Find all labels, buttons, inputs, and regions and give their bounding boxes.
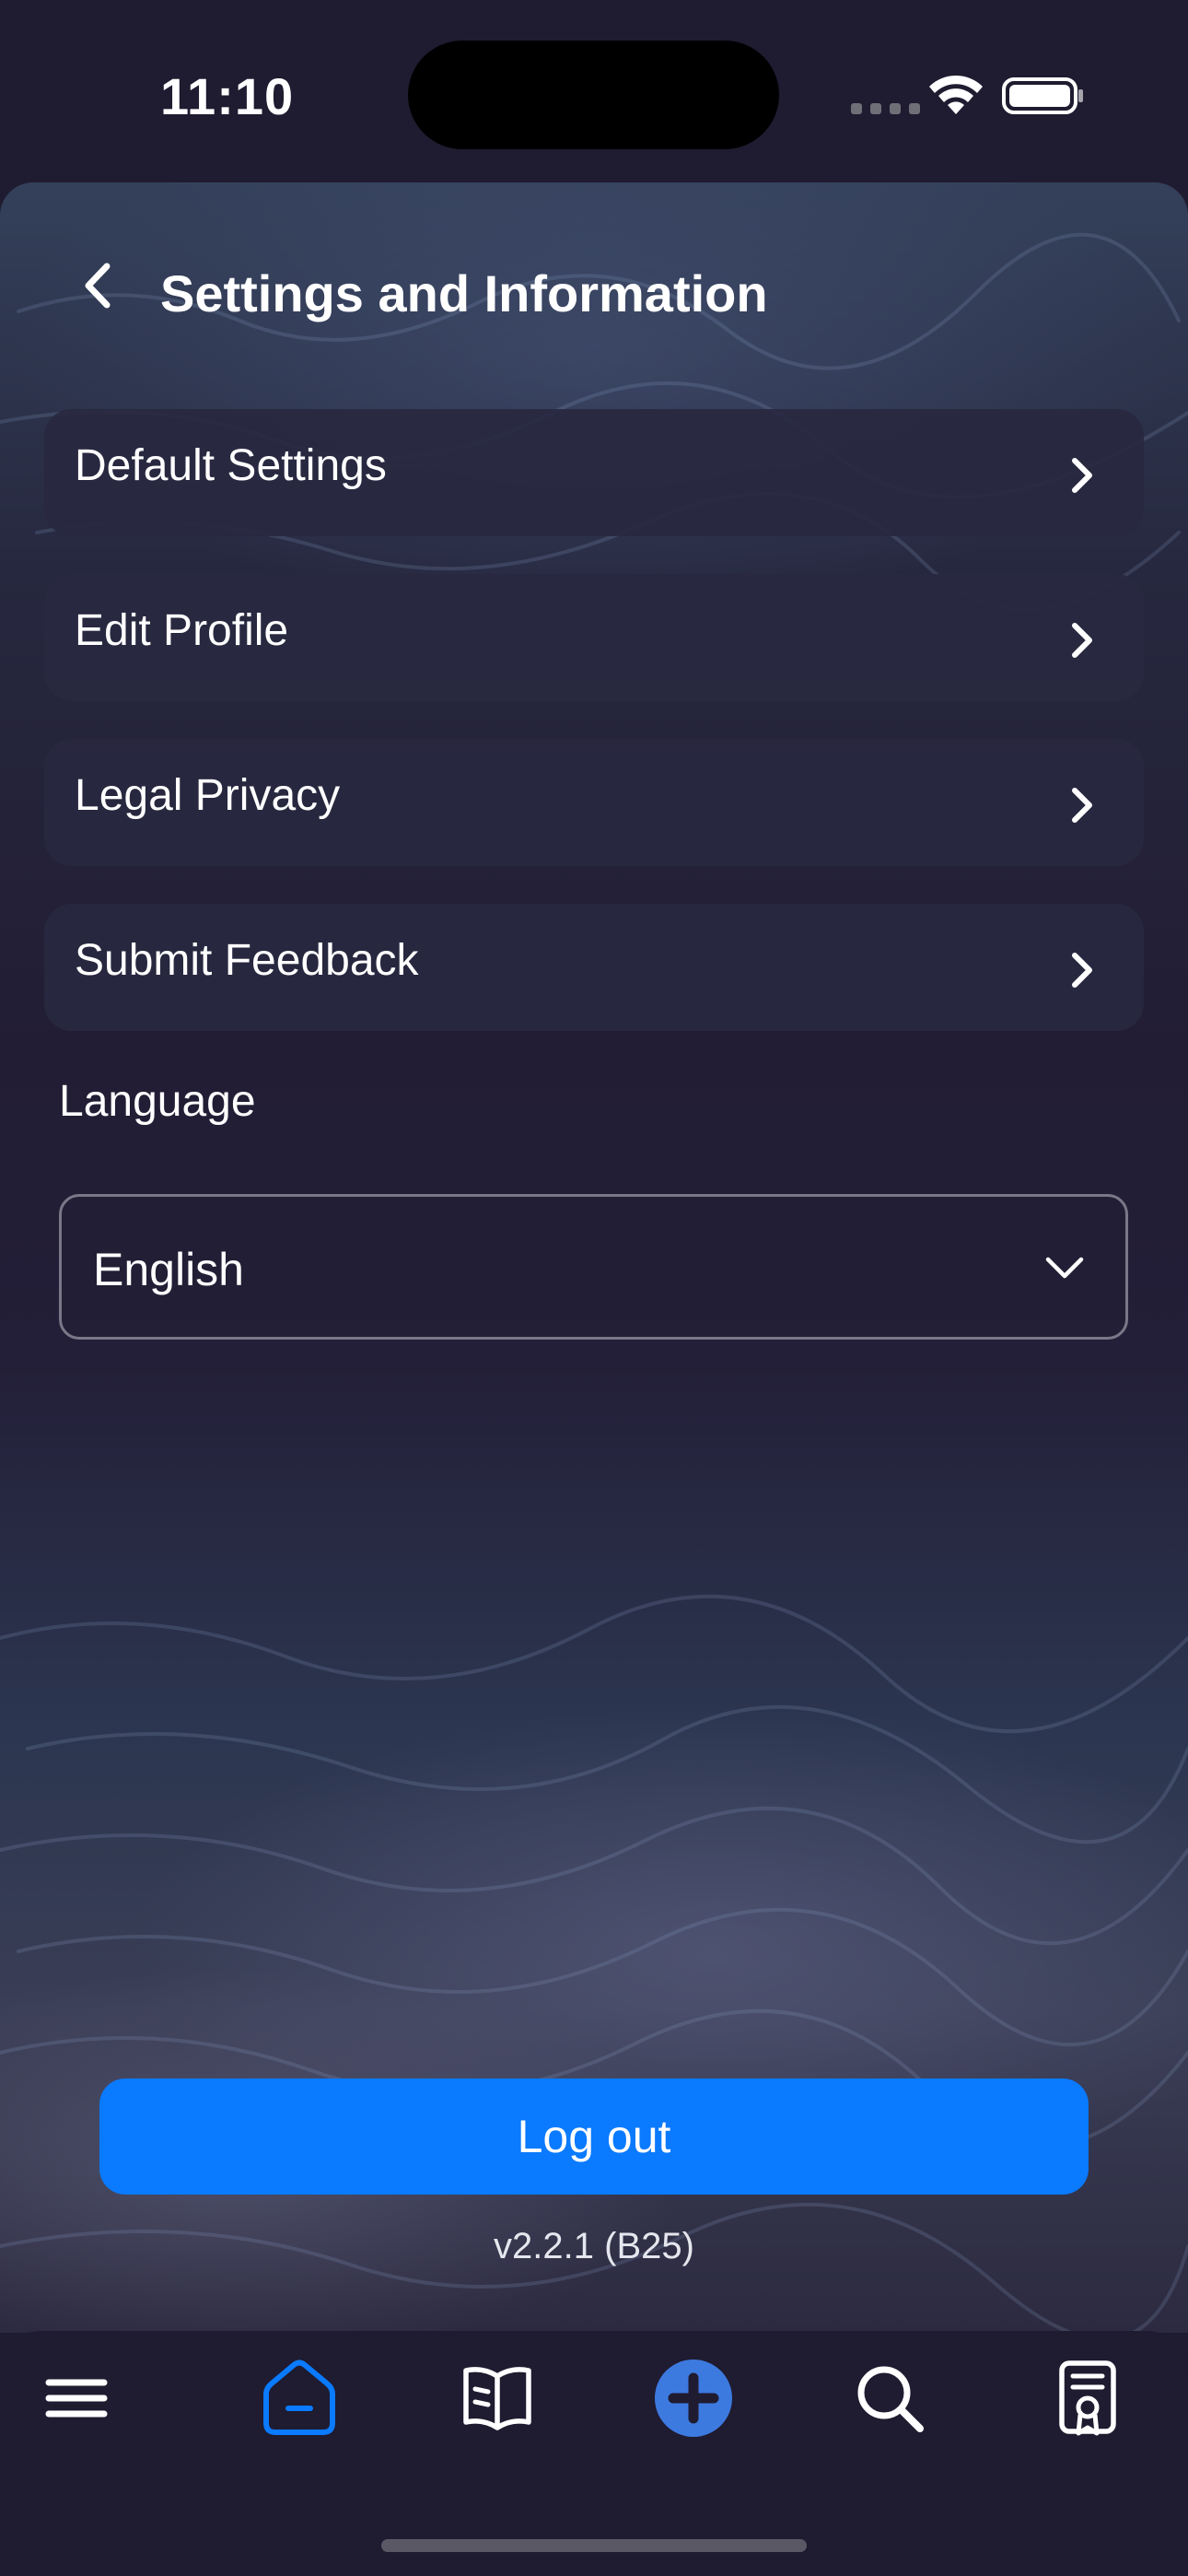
tab-search[interactable] <box>839 2348 940 2449</box>
status-bar: 11:10 <box>0 0 1188 184</box>
menu-item-legal-privacy[interactable]: Legal Privacy <box>44 739 1144 866</box>
dynamic-island <box>408 41 779 149</box>
back-button[interactable] <box>64 252 131 319</box>
chevron-right-icon <box>1072 623 1092 658</box>
chevron-right-icon <box>1072 788 1092 823</box>
add-circle-icon <box>655 2359 732 2437</box>
tab-bar <box>0 2331 1188 2576</box>
menu-item-submit-feedback[interactable]: Submit Feedback <box>44 904 1144 1031</box>
book-icon <box>463 2367 531 2430</box>
search-icon <box>857 2366 924 2432</box>
language-selected-value: English <box>93 1244 244 1295</box>
page-header: Settings and Information <box>0 230 1188 341</box>
home-indicator <box>381 2539 807 2552</box>
chevron-right-icon <box>1072 458 1092 493</box>
menu-item-default-settings[interactable]: Default Settings <box>44 409 1144 536</box>
settings-panel: Settings and Information Default Setting… <box>0 182 1188 2333</box>
tab-certificates[interactable] <box>1037 2348 1138 2449</box>
chevron-left-icon <box>85 263 111 309</box>
battery-icon <box>1002 77 1083 114</box>
tab-library[interactable] <box>447 2348 548 2449</box>
tab-add[interactable] <box>643 2348 744 2449</box>
status-time: 11:10 <box>160 67 295 125</box>
chevron-right-icon <box>1072 953 1092 988</box>
page-title: Settings and Information <box>160 264 768 322</box>
language-label: Language <box>59 1077 256 1126</box>
home-icon <box>263 2359 335 2435</box>
tab-home[interactable] <box>249 2348 350 2449</box>
menu-item-label: Default Settings <box>75 441 387 490</box>
certificate-icon <box>1059 2360 1116 2436</box>
cellular-signal-icon <box>851 103 920 114</box>
menu-item-edit-profile[interactable]: Edit Profile <box>44 574 1144 701</box>
menu-item-label: Submit Feedback <box>75 936 419 985</box>
language-select[interactable]: English <box>59 1194 1128 1340</box>
logout-button[interactable]: Log out <box>99 2078 1089 2195</box>
menu-item-label: Edit Profile <box>75 606 289 655</box>
chevron-down-icon <box>1045 1257 1084 1279</box>
wifi-icon <box>929 75 983 114</box>
tab-menu[interactable] <box>26 2348 127 2449</box>
app-version: v2.2.1 (B25) <box>494 2226 694 2266</box>
hamburger-menu-icon <box>45 2379 108 2418</box>
menu-item-label: Legal Privacy <box>75 771 341 820</box>
